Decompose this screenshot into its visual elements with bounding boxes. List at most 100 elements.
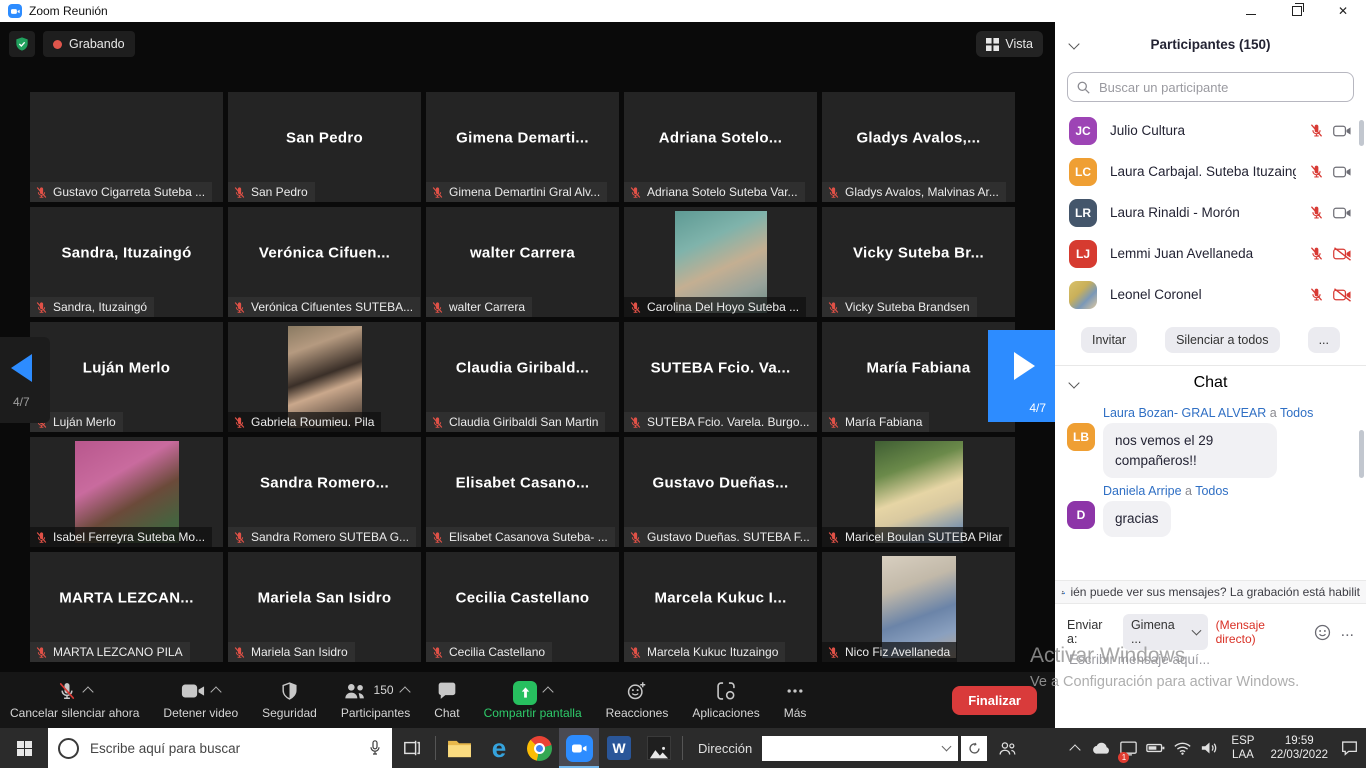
participant-name-text: SUTEBA Fcio. Varela. Burgo...: [647, 415, 810, 429]
stop-video-button[interactable]: Detener video: [163, 681, 238, 720]
taskbar-search-input[interactable]: [88, 740, 359, 757]
start-button[interactable]: [0, 728, 48, 768]
participant-row[interactable]: JCJulio Cultura: [1055, 110, 1366, 151]
mic-options-chevron[interactable]: [83, 686, 94, 697]
more-button[interactable]: Más: [784, 681, 807, 720]
chat-scrollbar[interactable]: [1359, 430, 1364, 478]
video-tile[interactable]: Sandra Romero...Sandra Romero SUTEBA G..…: [228, 437, 421, 547]
taskbar-search[interactable]: [48, 728, 392, 768]
language-indicator[interactable]: ESPLAA: [1224, 734, 1261, 763]
next-page-button[interactable]: 4/7: [988, 330, 1055, 422]
reactions-button[interactable]: Reacciones: [606, 681, 669, 720]
video-tile[interactable]: MARTA LEZCAN...MARTA LEZCANO PILA: [30, 552, 223, 662]
video-tile[interactable]: Verónica Cifuen...Verónica Cifuentes SUT…: [228, 207, 421, 317]
mute-all-button[interactable]: Silenciar a todos: [1165, 327, 1279, 353]
people-icon[interactable]: [987, 728, 1027, 768]
participant-name-label: Cecilia Castellano: [426, 642, 552, 662]
chevron-down-icon[interactable]: [1068, 377, 1079, 388]
participant-row[interactable]: LRLaura Rinaldi - Morón: [1055, 192, 1366, 233]
video-tile[interactable]: Nico Fiz Avellaneda: [822, 552, 1015, 662]
share-screen-button[interactable]: Compartir pantalla: [484, 681, 582, 720]
recording-indicator[interactable]: Grabando: [43, 31, 135, 57]
photos-icon[interactable]: [639, 728, 679, 768]
video-tile[interactable]: Vicky Suteba Br...Vicky Suteba Brandsen: [822, 207, 1015, 317]
chat-more-button[interactable]: ...: [1341, 623, 1354, 641]
video-tile[interactable]: Carolina Del Hoyo Suteba ...: [624, 207, 817, 317]
dictation-mic-icon[interactable]: [368, 740, 382, 756]
word-icon[interactable]: W: [599, 728, 639, 768]
participant-row[interactable]: Leonel Coronel: [1055, 274, 1366, 315]
end-meeting-button[interactable]: Finalizar: [952, 686, 1037, 715]
restore-button[interactable]: [1274, 0, 1320, 22]
video-tile[interactable]: Gustavo Dueñas...Gustavo Dueñas. SUTEBA …: [624, 437, 817, 547]
video-tile[interactable]: Gustavo Cigarreta Suteba ...: [30, 92, 223, 202]
participants-more-button[interactable]: ...: [1308, 327, 1340, 353]
video-tile[interactable]: San PedroSan Pedro: [228, 92, 421, 202]
edge-icon[interactable]: e: [479, 728, 519, 768]
video-tile[interactable]: SUTEBA Fcio. Va...SUTEBA Fcio. Varela. B…: [624, 322, 817, 432]
windows-start-icon: [17, 741, 32, 756]
video-tile[interactable]: Gladys Avalos,...Gladys Avalos, Malvinas…: [822, 92, 1015, 202]
chevron-down-icon[interactable]: [1068, 38, 1079, 49]
video-tile[interactable]: Marcela Kukuc I...Marcela Kukuc Ituzaing…: [624, 552, 817, 662]
video-tile[interactable]: Elisabet Casano...Elisabet Casanova Sute…: [426, 437, 619, 547]
monitor-badge-icon[interactable]: 1: [1116, 728, 1141, 768]
close-button[interactable]: ✕: [1320, 0, 1366, 22]
video-tile[interactable]: María FabianaMaría Fabiana: [822, 322, 1015, 432]
action-center-icon[interactable]: [1337, 728, 1362, 768]
security-shield-icon: [280, 681, 299, 704]
video-tile[interactable]: Sandra, ItuzaingóSandra, Ituzaingó: [30, 207, 223, 317]
minimize-button[interactable]: [1228, 0, 1274, 22]
invite-button[interactable]: Invitar: [1081, 327, 1137, 353]
participants-scrollbar[interactable]: [1359, 120, 1364, 146]
participant-name-text: Sandra, Ituzaingó: [53, 300, 147, 314]
meeting-info-shield[interactable]: [9, 31, 35, 57]
participant-row[interactable]: LCLaura Carbajal. Suteba Ituzaingó: [1055, 151, 1366, 192]
video-tile[interactable]: Isabel Ferreyra Suteba Mo...: [30, 437, 223, 547]
wifi-icon[interactable]: [1170, 728, 1195, 768]
mic-off-icon: [233, 531, 246, 544]
video-tile[interactable]: Mariela San IsidroMariela San Isidro: [228, 552, 421, 662]
video-tile[interactable]: Gabriela Roumieu. Pila: [228, 322, 421, 432]
participant-search[interactable]: [1067, 72, 1354, 102]
video-tile[interactable]: Adriana Sotelo...Adriana Sotelo Suteba V…: [624, 92, 817, 202]
participants-options-chevron[interactable]: [399, 686, 410, 697]
chat-privacy-text: ién puede ver sus mensajes? La grabación…: [1070, 585, 1360, 599]
zoom-app-icon[interactable]: [559, 728, 599, 768]
zoom-meeting-window: Zoom Reunión ✕ Grabando Vista: [0, 0, 1366, 768]
video-tile[interactable]: Cecilia CastellanoCecilia Castellano: [426, 552, 619, 662]
cloud-icon[interactable]: [1089, 728, 1114, 768]
view-button[interactable]: Vista: [976, 31, 1043, 57]
participant-search-input[interactable]: [1097, 79, 1344, 96]
video-options-chevron[interactable]: [211, 686, 222, 697]
task-view-button[interactable]: [392, 728, 432, 768]
apps-button[interactable]: Aplicaciones: [692, 681, 759, 720]
video-tile[interactable]: Gimena Demarti...Gimena Demartini Gral A…: [426, 92, 619, 202]
unmute-button[interactable]: Cancelar silenciar ahora: [10, 681, 139, 720]
mic-off-icon: [35, 646, 48, 659]
battery-icon[interactable]: [1143, 728, 1168, 768]
video-tile[interactable]: Claudia Giribald...Claudia Giribaldi San…: [426, 322, 619, 432]
chat-button[interactable]: Chat: [434, 681, 459, 720]
previous-page-button[interactable]: 4/7: [0, 337, 50, 423]
address-go-button[interactable]: [961, 736, 987, 761]
mic-off-icon: [431, 186, 444, 199]
chrome-icon[interactable]: [519, 728, 559, 768]
clock[interactable]: 19:5922/03/2022: [1263, 734, 1335, 763]
address-input[interactable]: [762, 736, 958, 761]
video-tile[interactable]: walter Carrerawalter Carrera: [426, 207, 619, 317]
emoji-icon[interactable]: [1314, 624, 1331, 641]
participants-button[interactable]: 150 Participantes: [341, 681, 410, 720]
share-options-chevron[interactable]: [542, 686, 553, 697]
volume-icon[interactable]: [1197, 728, 1222, 768]
tray-chevron-icon[interactable]: [1062, 728, 1087, 768]
video-tile[interactable]: Maricel Boulan SUTEBA Pilar: [822, 437, 1015, 547]
recipient-link: Todos: [1280, 406, 1313, 420]
chat-message-bubble: gracias: [1103, 501, 1171, 537]
file-explorer-icon[interactable]: [439, 728, 479, 768]
camera-icon: [1333, 206, 1352, 220]
grid-view-icon: [986, 38, 999, 51]
participant-row[interactable]: LJLemmi Juan Avellaneda: [1055, 233, 1366, 274]
video-tile[interactable]: Luján MerloLuján Merlo: [30, 322, 223, 432]
security-button[interactable]: Seguridad: [262, 681, 317, 720]
